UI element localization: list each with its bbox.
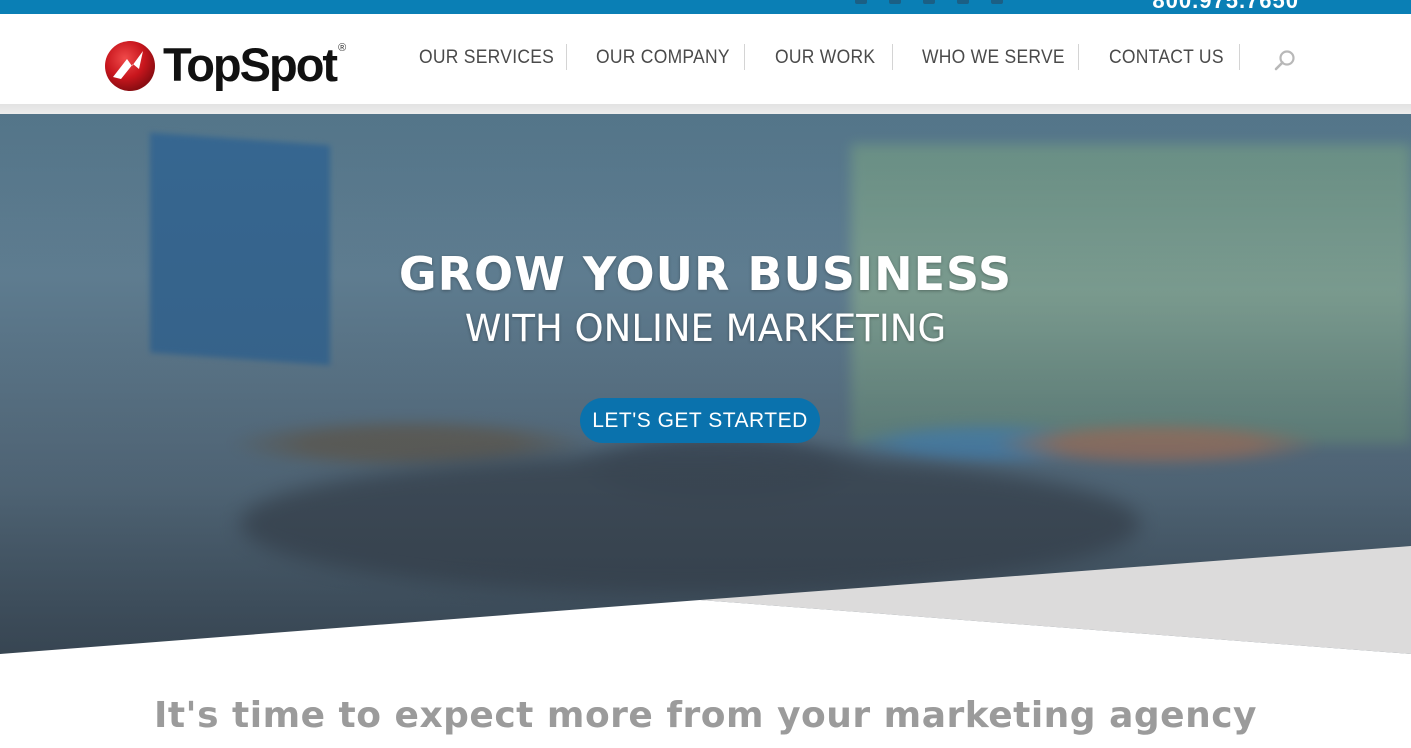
header-divider [0,104,1411,114]
get-started-button[interactable]: LET'S GET STARTED [580,398,820,443]
twitter-icon[interactable] [889,0,901,4]
hero-angled-bottom [0,546,1411,654]
nav-divider [1239,44,1240,70]
search-icon[interactable] [1273,48,1297,72]
nav-divider [892,44,893,70]
nav-item-our-work[interactable]: OUR WORK [775,44,875,72]
nav-divider [1078,44,1079,70]
logo[interactable]: TopSpot ® [103,37,347,93]
social-links [855,0,1003,6]
nav-item-our-services[interactable]: OUR SERVICES [419,44,554,72]
site-header: TopSpot ® OUR SERVICES OUR COMPANY OUR W… [0,14,1411,104]
hero-title: GROW YOUR BUSINESS [398,247,1013,301]
instagram-icon[interactable] [957,0,969,4]
youtube-icon[interactable] [991,0,1003,4]
phone-number[interactable]: 800.975.7650 [1152,0,1299,14]
hero-subtitle: WITH ONLINE MARKETING [464,307,947,350]
linkedin-icon[interactable] [855,0,867,4]
registered-mark: ® [338,42,347,54]
nav-divider [566,44,567,70]
top-utility-bar: 800.975.7650 [0,0,1411,14]
nav-item-our-company[interactable]: OUR COMPANY [596,44,730,72]
topspot-logo-icon [105,41,155,91]
facebook-icon[interactable] [923,0,935,4]
intro-tagline: It's time to expect more from your marke… [153,695,1258,736]
nav-item-contact-us[interactable]: CONTACT US [1109,44,1224,72]
nav-divider [744,44,745,70]
nav-item-who-we-serve[interactable]: WHO WE SERVE [922,44,1065,72]
hero-banner: GROW YOUR BUSINESS WITH ONLINE MARKETING… [0,114,1411,654]
brand-name: TopSpot [163,37,338,91]
